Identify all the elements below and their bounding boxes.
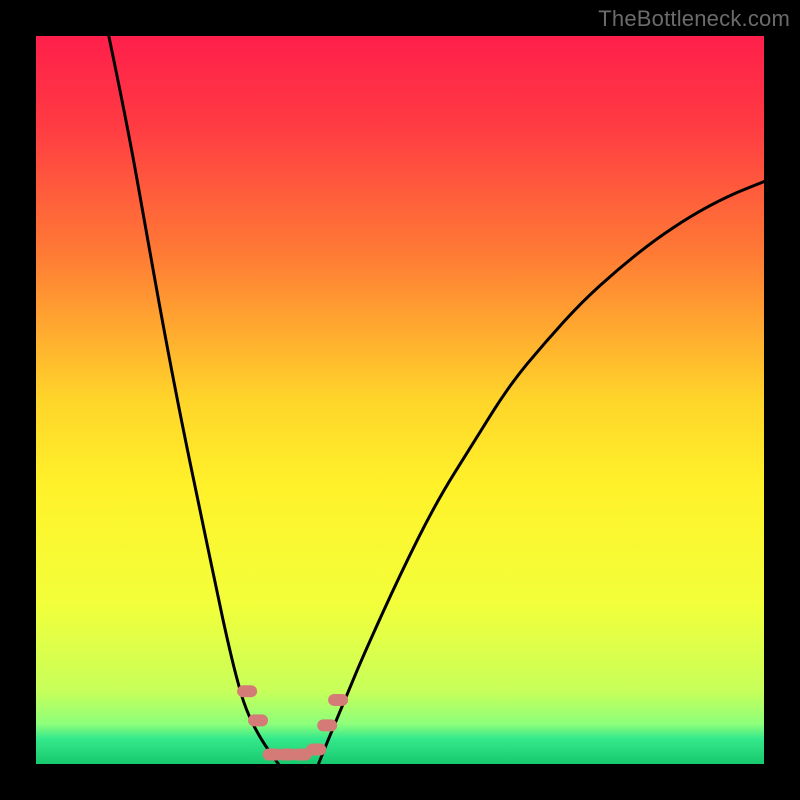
bottleneck-chart [0,0,800,800]
chart-stage: TheBottleneck.com [0,0,800,800]
marker-6 [317,719,337,731]
marker-5 [306,743,326,755]
gradient-background [36,36,764,764]
marker-0 [237,685,257,697]
marker-7 [328,694,348,706]
watermark-text: TheBottleneck.com [598,6,790,32]
marker-1 [248,714,268,726]
